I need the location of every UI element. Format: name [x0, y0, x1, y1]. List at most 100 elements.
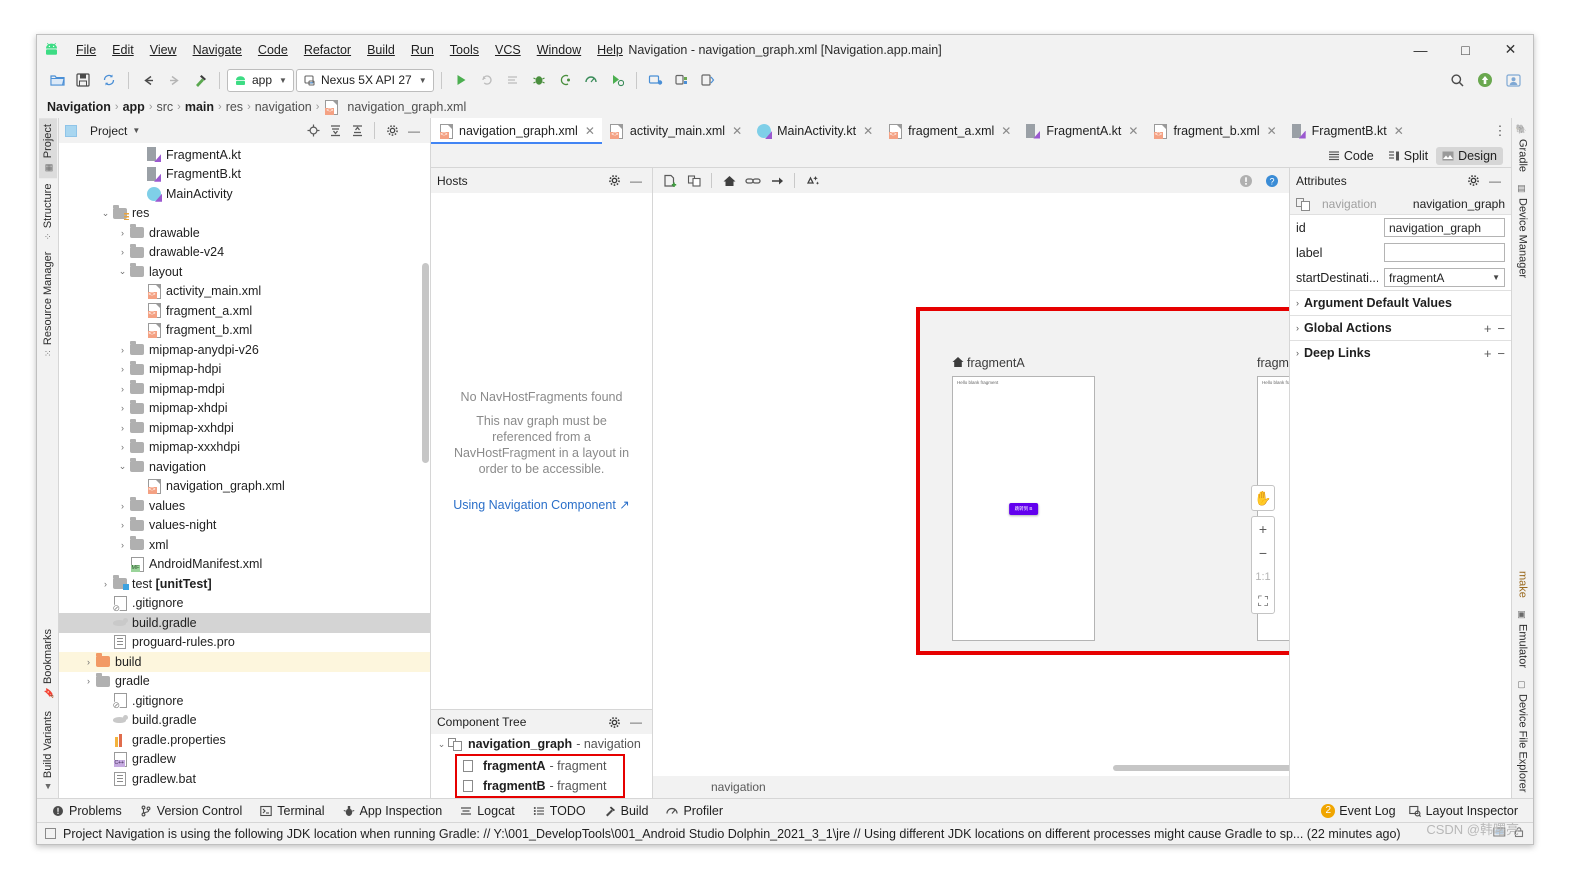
minimize-button[interactable]: — — [1398, 35, 1443, 64]
tool-window-app-inspection[interactable]: App Inspection — [334, 802, 452, 820]
breadcrumb-item-1[interactable]: app — [123, 100, 145, 114]
project-tree-row[interactable]: › build — [59, 652, 430, 672]
project-tree-row[interactable]: ⌄ navigation — [59, 457, 430, 477]
project-tree-row[interactable]: .gitignore — [59, 594, 430, 614]
project-tree-row[interactable]: › mipmap-mdpi — [59, 379, 430, 399]
update-available-icon[interactable] — [1473, 68, 1497, 92]
menu-refactor[interactable]: Refactor — [296, 41, 359, 59]
close-icon[interactable]: ✕ — [1267, 124, 1277, 138]
zoom-in-button[interactable]: + — [1251, 517, 1275, 541]
sdk-manager-icon[interactable] — [670, 68, 694, 92]
project-tree-row[interactable]: gradlew — [59, 750, 430, 770]
tree-expand-arrow[interactable]: › — [116, 540, 129, 550]
set-start-destination-icon[interactable] — [718, 171, 740, 191]
tree-expand-arrow[interactable]: › — [116, 384, 129, 394]
tree-expand-arrow[interactable]: ⌄ — [116, 461, 129, 472]
run-with-coverage-icon[interactable] — [605, 68, 629, 92]
forward-arrow-icon[interactable] — [162, 68, 186, 92]
project-tree-scrollbar[interactable] — [422, 263, 429, 463]
sidebar-item-emulator[interactable]: ▣ Emulator — [1514, 604, 1532, 674]
apply-code-changes-icon[interactable] — [501, 68, 525, 92]
component-tree-root-arrow[interactable]: ⌄ — [435, 739, 448, 750]
project-tree-row[interactable]: › drawable — [59, 223, 430, 243]
sidebar-item-structure[interactable]: ⁘ Structure — [39, 178, 57, 246]
tool-window-problems[interactable]: Problems — [43, 802, 131, 820]
attribute-select-start-destination[interactable]: fragmentA ▼ — [1384, 268, 1505, 287]
save-icon[interactable] — [71, 68, 95, 92]
tree-expand-arrow[interactable]: › — [116, 228, 129, 238]
component-tree-body[interactable]: ⌄ navigation_graph - navigation fragment… — [431, 734, 652, 798]
project-tree-row[interactable]: FragmentA.kt — [59, 145, 430, 165]
project-tree-row[interactable]: build.gradle — [59, 711, 430, 731]
tabs-more-icon[interactable]: ⋮ — [1489, 118, 1511, 144]
scroll-from-source-icon[interactable] — [303, 121, 323, 141]
deep-links-remove-button[interactable]: − — [1497, 346, 1505, 361]
tool-window-version-control[interactable]: Version Control — [131, 802, 251, 820]
tool-window-logcat[interactable]: Logcat — [451, 802, 524, 820]
editor-tab[interactable]: FragmentA.kt ✕ — [1018, 118, 1146, 144]
project-tree-row[interactable]: › mipmap-xhdpi — [59, 399, 430, 419]
breadcrumb-item-3[interactable]: main — [185, 100, 214, 114]
menu-view[interactable]: View — [142, 41, 185, 59]
tool-window-todo[interactable]: TODO — [524, 802, 595, 820]
close-icon[interactable]: ✕ — [1128, 124, 1138, 138]
zoom-out-button[interactable]: − — [1251, 541, 1275, 565]
project-tree-row[interactable]: › xml — [59, 535, 430, 555]
close-icon[interactable]: ✕ — [1001, 124, 1011, 138]
hosts-gear-icon[interactable] — [604, 171, 624, 191]
component-tree-item-fragmentB[interactable]: fragmentB - fragment — [457, 776, 623, 796]
project-tree-row[interactable]: AndroidManifest.xml — [59, 555, 430, 575]
sidebar-item-make[interactable]: make — [1514, 565, 1532, 604]
device-manager-icon[interactable] — [696, 68, 720, 92]
menu-vcs[interactable]: VCS — [487, 41, 529, 59]
sidebar-item-gradle[interactable]: 🐘 Gradle — [1514, 118, 1532, 178]
attributes-hide-icon[interactable]: — — [1485, 171, 1505, 191]
project-tree-row[interactable]: ⌄ res — [59, 204, 430, 224]
destination-fragmentA[interactable]: fragmentA Hello blank fragment 跳转到 B — [952, 355, 1095, 641]
menu-code[interactable]: Code — [250, 41, 296, 59]
tree-expand-arrow[interactable]: › — [116, 364, 129, 374]
collapse-all-icon[interactable] — [347, 121, 367, 141]
sidebar-item-resource-manager[interactable]: ⁙ Resource Manager — [39, 246, 57, 363]
project-tree-row[interactable]: FragmentB.kt — [59, 165, 430, 185]
project-tree-row[interactable]: › mipmap-xxhdpi — [59, 418, 430, 438]
section-global-actions-arrow[interactable]: › — [1296, 323, 1299, 333]
chevron-down-icon-project[interactable]: ▼ — [132, 126, 140, 135]
sidebar-item-bookmarks[interactable]: 🔖 Bookmarks — [39, 623, 57, 705]
component-tree-root-row[interactable]: ⌄ navigation_graph - navigation — [431, 734, 652, 754]
editor-tab[interactable]: fragment_a.xml ✕ — [880, 118, 1019, 144]
breadcrumb-item-0[interactable]: Navigation — [47, 100, 111, 114]
menu-help[interactable]: Help — [589, 41, 631, 59]
menu-navigate[interactable]: Navigate — [185, 41, 250, 59]
mode-split[interactable]: Split — [1382, 147, 1434, 165]
error-indicator-icon[interactable] — [1235, 171, 1257, 191]
attribute-input-id[interactable]: navigation_graph — [1384, 218, 1505, 237]
new-destination-icon[interactable] — [659, 171, 681, 191]
tool-window-profiler[interactable]: Profiler — [657, 802, 732, 820]
run-icon[interactable] — [449, 68, 473, 92]
nested-graph-icon[interactable] — [683, 171, 705, 191]
global-actions-remove-button[interactable]: − — [1497, 321, 1505, 336]
tree-expand-arrow[interactable]: › — [116, 345, 129, 355]
module-selector[interactable]: app ▼ — [227, 68, 294, 92]
open-folder-icon[interactable] — [45, 68, 69, 92]
editor-tab[interactable]: MainActivity.kt ✕ — [749, 118, 881, 144]
project-tree-row[interactable]: fragment_a.xml — [59, 301, 430, 321]
debug-icon[interactable] — [527, 68, 551, 92]
zoom-to-fit-button[interactable]: ⛶ — [1251, 589, 1275, 613]
tree-expand-arrow[interactable]: › — [82, 657, 95, 667]
project-tree-row[interactable]: › mipmap-anydpi-v26 — [59, 340, 430, 360]
menu-edit[interactable]: Edit — [104, 41, 142, 59]
project-tree-row[interactable]: › test [unitTest] — [59, 574, 430, 594]
component-tree-gear-icon[interactable] — [604, 712, 624, 732]
add-action-icon[interactable] — [742, 171, 764, 191]
tool-window-build[interactable]: Build — [595, 802, 658, 820]
project-tree-row[interactable]: gradlew.bat — [59, 769, 430, 789]
project-tree-row[interactable]: ⌄ layout — [59, 262, 430, 282]
tree-expand-arrow[interactable]: › — [116, 423, 129, 433]
tree-expand-arrow[interactable]: › — [116, 403, 129, 413]
tree-expand-arrow[interactable]: › — [116, 520, 129, 530]
tree-expand-arrow[interactable]: › — [82, 676, 95, 686]
device-selector[interactable]: Nexus 5X API 27 ▼ — [295, 68, 434, 92]
menu-run[interactable]: Run — [403, 41, 442, 59]
